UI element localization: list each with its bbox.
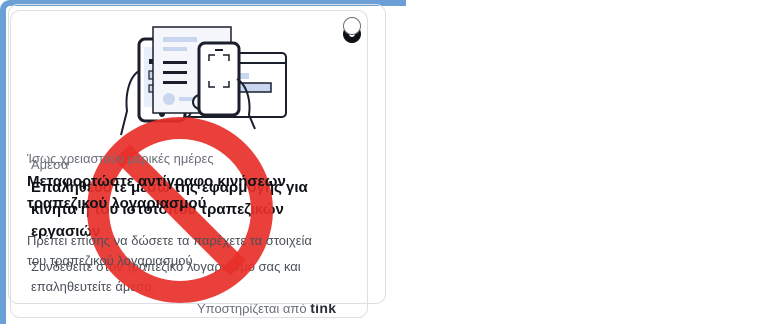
option-card-upload[interactable]: Ίσως χρειαστούν μερικές ημέρες Μεταφορτώ… — [8, 4, 386, 304]
upload-title-line-1: Μεταφορτώστε αντίγραφο κινήσεων — [27, 173, 286, 190]
radio-upload-unselected[interactable] — [343, 17, 361, 35]
upload-eyebrow: Ίσως χρειαστούν μερικές ημέρες — [27, 151, 214, 166]
upload-title-line-2: τραπεζικού λογαριασμού — [27, 195, 207, 212]
phone-scanning-document-icon — [152, 26, 256, 130]
upload-desc-line-1: Πρέπει επίσης να δώσετε τα παρέχετε τα σ… — [27, 233, 312, 248]
option-card-upload-frame: Ίσως χρειαστούν μερικές ημέρες Μεταφορτώ… — [0, 0, 406, 324]
upload-desc-line-2: του τραπεζικού λογαριασμού. — [27, 253, 197, 268]
